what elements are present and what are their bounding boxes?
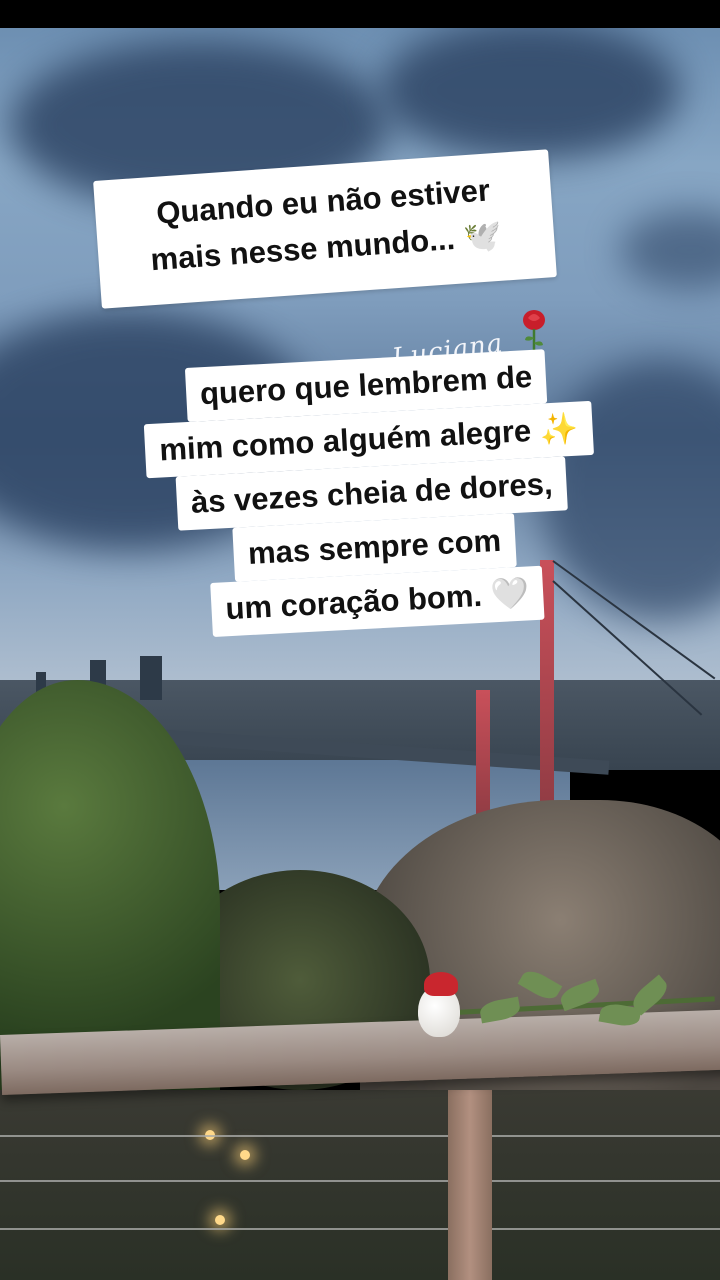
railing-wire bbox=[0, 1180, 720, 1182]
caption-bottom-line-2-text: mim como alguém alegre bbox=[158, 413, 532, 468]
caption-bottom-line-5-text: um coração bom. bbox=[224, 577, 483, 627]
white-heart-icon: 🤍 bbox=[489, 575, 531, 614]
railing-post bbox=[448, 1090, 492, 1280]
sparkles-icon: ✨ bbox=[538, 410, 580, 449]
park-below bbox=[0, 1090, 720, 1280]
street-lamp bbox=[215, 1215, 225, 1225]
rose-icon bbox=[523, 310, 545, 350]
railing-wire bbox=[0, 1135, 720, 1137]
dove-icon: 🕊️ bbox=[462, 217, 504, 257]
street-lamp bbox=[240, 1150, 250, 1160]
caption-bottom: quero que lembrem de mim como alguém ale… bbox=[110, 345, 633, 641]
skyscraper bbox=[140, 656, 162, 700]
red-rose-tip bbox=[424, 972, 458, 996]
top-black-bar bbox=[0, 0, 720, 28]
storm-cloud bbox=[380, 20, 680, 160]
railing-wire bbox=[0, 1228, 720, 1230]
